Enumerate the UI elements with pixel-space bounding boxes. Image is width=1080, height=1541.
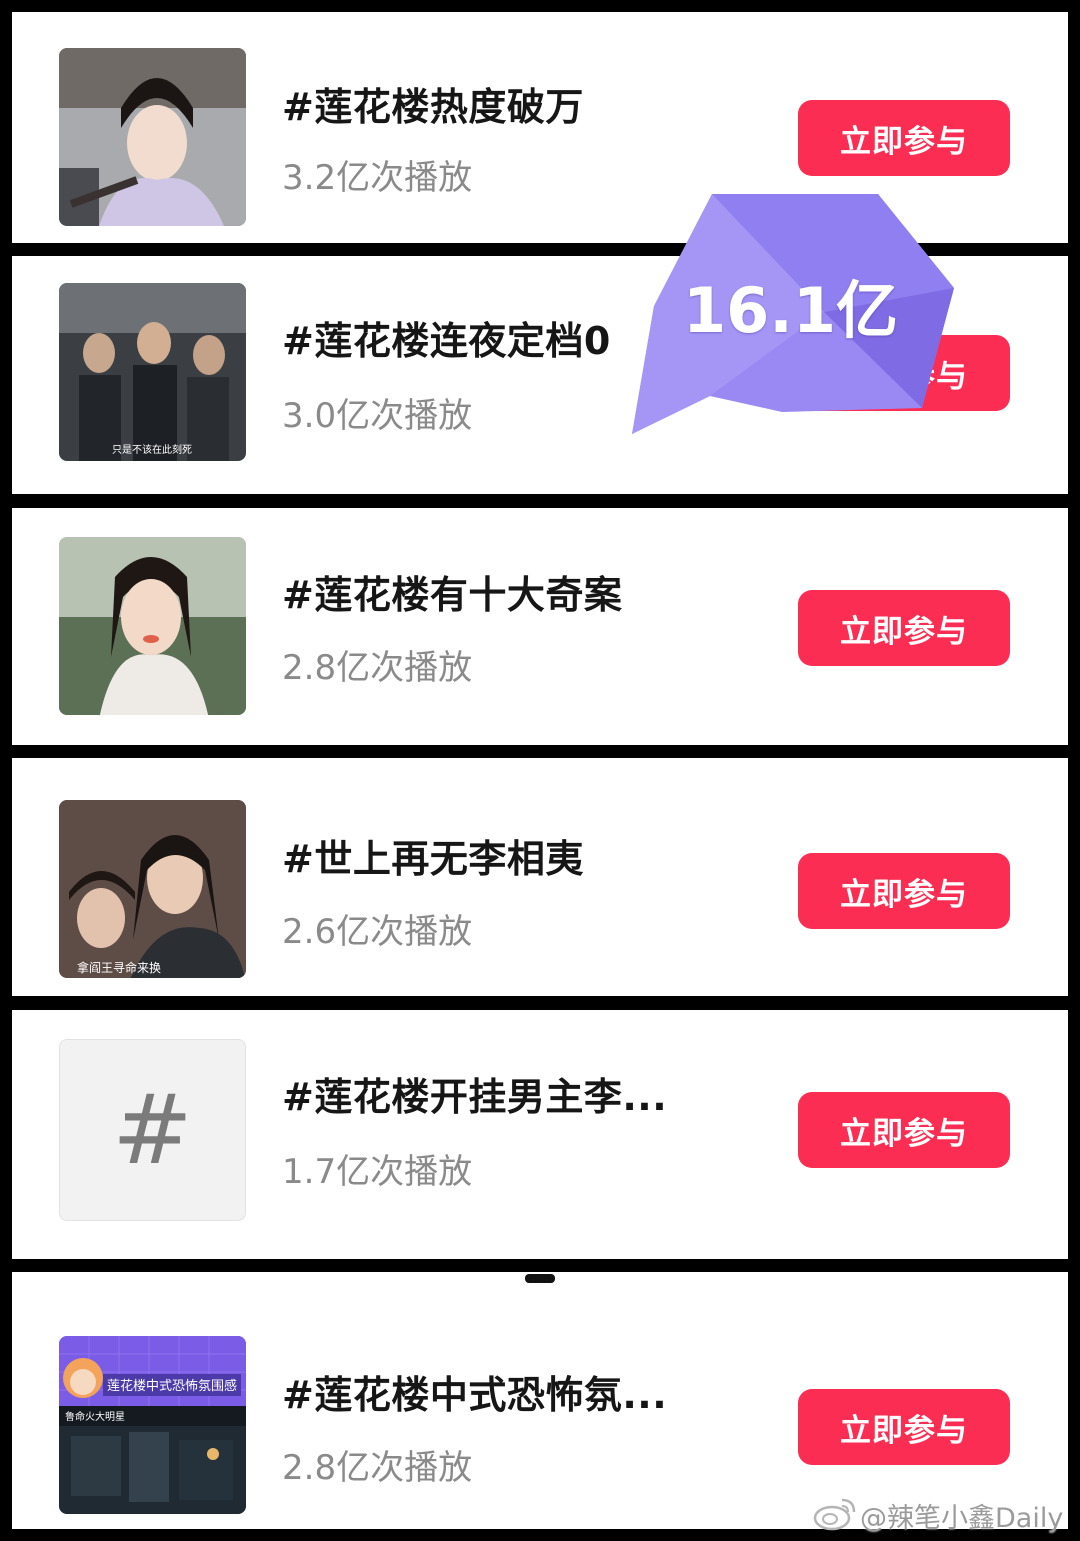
join-button[interactable]: 立即参与 <box>798 1389 1010 1465</box>
drag-handle[interactable] <box>525 1274 555 1283</box>
views-total-text: 16.1亿 <box>683 274 898 347</box>
join-button[interactable]: 立即参与 <box>798 1092 1010 1168</box>
topic-thumbnail <box>59 537 246 715</box>
weibo-icon <box>813 1498 856 1531</box>
topic-card[interactable]: # #莲花楼开挂男主李... 1.7亿次播放 立即参与 <box>12 1010 1068 1259</box>
topic-thumbnail: 拿阎王寻命来换 <box>59 800 246 978</box>
play-count: 2.8亿次播放 <box>282 1448 473 1488</box>
topic-thumbnail: # <box>59 1039 246 1221</box>
join-button[interactable]: 立即参与 <box>798 100 1010 176</box>
topic-title[interactable]: #莲花楼开挂男主李... <box>282 1066 667 1121</box>
play-count: 2.6亿次播放 <box>282 912 473 952</box>
topic-title[interactable]: #莲花楼中式恐怖氛... <box>282 1364 667 1419</box>
topic-card[interactable]: 莲花楼中式恐怖氛围感 鲁命火大明星 #莲花楼中式恐怖氛... 2.8亿次播放 立… <box>12 1272 1068 1529</box>
topic-thumbnail <box>59 48 246 226</box>
topic-card[interactable]: #莲花楼有十大奇案 2.8亿次播放 立即参与 <box>12 508 1068 745</box>
join-button[interactable]: 立即参与 <box>798 590 1010 666</box>
topic-thumbnail: 莲花楼中式恐怖氛围感 鲁命火大明星 <box>59 1336 246 1514</box>
topic-title[interactable]: #世上再无李相夷 <box>282 828 584 883</box>
thumbnail-caption: 拿阎王寻命来换 <box>77 960 161 975</box>
join-button[interactable]: 立即参与 <box>798 853 1010 929</box>
topic-thumbnail: 只是不该在此刻死 <box>59 283 246 461</box>
play-count: 3.2亿次播放 <box>282 158 473 198</box>
topic-title[interactable]: #莲花楼连夜定档0 <box>282 310 611 365</box>
thumbnail-caption: 只是不该在此刻死 <box>112 443 192 456</box>
play-count: 2.8亿次播放 <box>282 648 473 688</box>
hashtag-icon: # <box>112 1074 193 1186</box>
watermark: @辣笔小鑫Daily <box>860 1503 1064 1534</box>
topic-title[interactable]: #莲花楼热度破万 <box>282 76 584 131</box>
topic-title[interactable]: #莲花楼有十大奇案 <box>282 564 622 619</box>
thumbnail-banner: 莲花楼中式恐怖氛围感 <box>107 1378 237 1394</box>
topic-card[interactable]: 拿阎王寻命来换 #世上再无李相夷 2.6亿次播放 立即参与 <box>12 758 1068 996</box>
thumbnail-subcaption: 鲁命火大明星 <box>65 1410 125 1423</box>
play-count: 1.7亿次播放 <box>282 1152 473 1192</box>
play-count: 3.0亿次播放 <box>282 396 473 436</box>
